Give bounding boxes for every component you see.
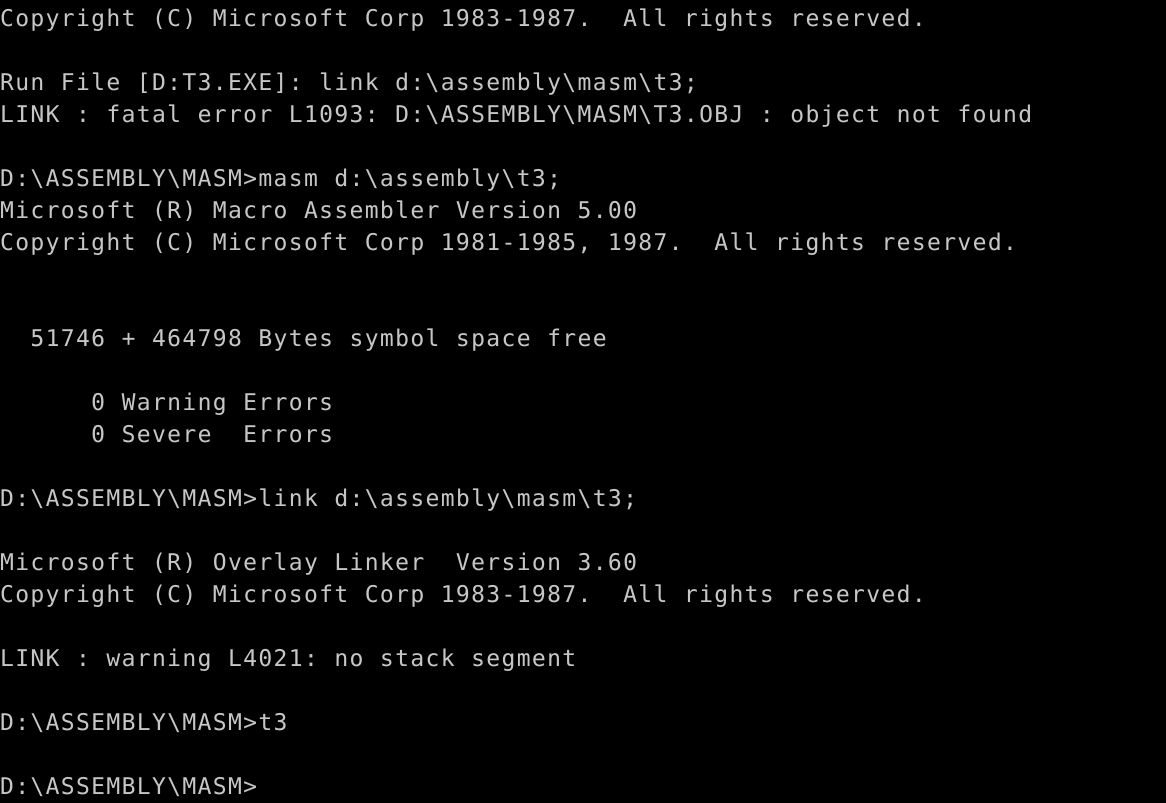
console-line: Copyright (C) Microsoft Corp 1981-1985, … bbox=[0, 230, 1019, 256]
console-line: 0 Warning Errors bbox=[0, 390, 335, 416]
console-line: LINK : warning L4021: no stack segment bbox=[0, 646, 578, 672]
console-line: Copyright (C) Microsoft Corp 1983-1987. … bbox=[0, 582, 928, 608]
console-line: D:\ASSEMBLY\MASM>masm d:\assembly\t3; bbox=[0, 166, 563, 192]
console-line: Microsoft (R) Macro Assembler Version 5.… bbox=[0, 198, 639, 224]
console-line: 51746 + 464798 Bytes symbol space free bbox=[0, 326, 608, 352]
console-line: D:\ASSEMBLY\MASM> bbox=[0, 774, 259, 800]
console-line: D:\ASSEMBLY\MASM>t3 bbox=[0, 710, 289, 736]
console-line: LINK : fatal error L1093: D:\ASSEMBLY\MA… bbox=[0, 102, 1034, 128]
console-line: D:\ASSEMBLY\MASM>link d:\assembly\masm\t… bbox=[0, 486, 639, 512]
console-line: Copyright (C) Microsoft Corp 1983-1987. … bbox=[0, 6, 928, 32]
dos-console-screen[interactable]: Copyright (C) Microsoft Corp 1983-1987. … bbox=[0, 0, 1166, 800]
console-line: 0 Severe Errors bbox=[0, 422, 335, 448]
console-line: Run File [D:T3.EXE]: link d:\assembly\ma… bbox=[0, 70, 700, 96]
console-line: Microsoft (R) Overlay Linker Version 3.6… bbox=[0, 550, 639, 576]
